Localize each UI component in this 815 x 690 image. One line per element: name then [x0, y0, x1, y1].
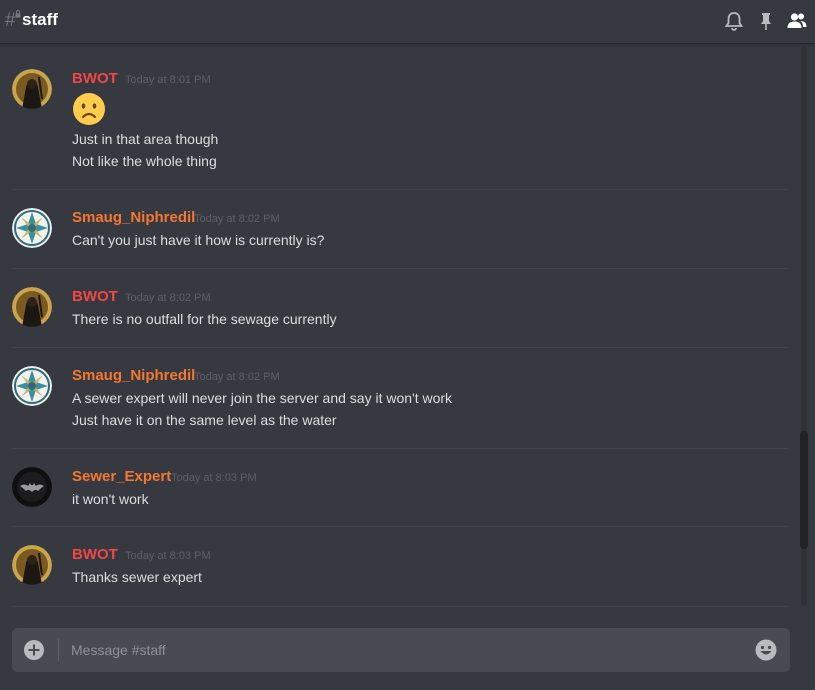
message-author[interactable]: Smaug_Niphredil	[72, 209, 195, 226]
message-group: BWOT Today at 8:01 PM Just in that area …	[0, 45, 790, 190]
message-divider	[12, 606, 788, 607]
composer-separator	[58, 639, 59, 661]
message-group: Sewer_Expert Today at 8:03 PM it won't w…	[0, 449, 790, 527]
message-text: There is no outfall for the sewage curre…	[72, 311, 337, 327]
message-timestamp: Today at 8:02 PM	[125, 292, 211, 304]
plus-circle-icon[interactable]	[24, 640, 44, 660]
members-icon[interactable]	[786, 10, 808, 32]
message-timestamp: Today at 8:01 PM	[125, 74, 211, 86]
channel-header: # staff	[0, 0, 815, 44]
scrollbar-thumb[interactable]	[800, 431, 808, 549]
message-author[interactable]: BWOT	[72, 70, 118, 87]
channel-name: staff	[22, 10, 58, 29]
hooded-figure-avatar[interactable]	[12, 287, 52, 327]
message-author[interactable]: BWOT	[72, 546, 118, 563]
message-text: A sewer expert will never join the serve…	[72, 390, 453, 406]
message-timestamp: Today at 8:02 PM	[194, 371, 280, 383]
message-text: it won't work	[72, 491, 149, 507]
message-list[interactable]: BWOT Today at 8:01 PM Just in that area …	[0, 45, 800, 607]
message-timestamp: Today at 8:03 PM	[125, 550, 211, 562]
hooded-figure-avatar[interactable]	[12, 69, 52, 109]
hooded-figure-avatar[interactable]	[12, 545, 52, 585]
message-text: Not like the whole thing	[72, 153, 217, 169]
message-group: Smaug_Niphredil Today at 8:02 PM Can't y…	[0, 190, 790, 269]
bell-icon[interactable]	[723, 10, 745, 32]
channel-hash-icon: #	[5, 10, 16, 31]
emoji-picker-icon[interactable]	[755, 639, 777, 661]
frowning-face-emoji	[73, 93, 105, 125]
message-group: BWOT Today at 8:02 PM There is no outfal…	[0, 269, 790, 348]
message-group: Smaug_Niphredil Today at 8:02 PM A sewer…	[0, 348, 790, 449]
message-group: BWOT Today at 8:03 PM Thanks sewer exper…	[0, 527, 790, 607]
bat-logo-avatar[interactable]	[12, 467, 52, 507]
message-text: Can't you just have it how is currently …	[72, 232, 325, 248]
message-author[interactable]: BWOT	[72, 288, 118, 305]
mandala-avatar[interactable]	[12, 208, 52, 248]
channel-lock-icon	[15, 10, 21, 18]
pin-icon[interactable]	[755, 10, 777, 32]
message-text: Thanks sewer expert	[72, 569, 202, 585]
message-input[interactable]: Message #staff	[71, 642, 166, 658]
message-author[interactable]: Sewer_Expert	[72, 468, 171, 485]
message-timestamp: Today at 8:02 PM	[194, 213, 280, 225]
message-composer[interactable]: Message #staff	[12, 628, 790, 672]
message-text: Just in that area though	[72, 131, 219, 147]
message-timestamp: Today at 8:03 PM	[171, 472, 257, 484]
message-author[interactable]: Smaug_Niphredil	[72, 367, 195, 384]
message-text: Just have it on the same level as the wa…	[72, 412, 337, 428]
mandala-avatar[interactable]	[12, 366, 52, 406]
